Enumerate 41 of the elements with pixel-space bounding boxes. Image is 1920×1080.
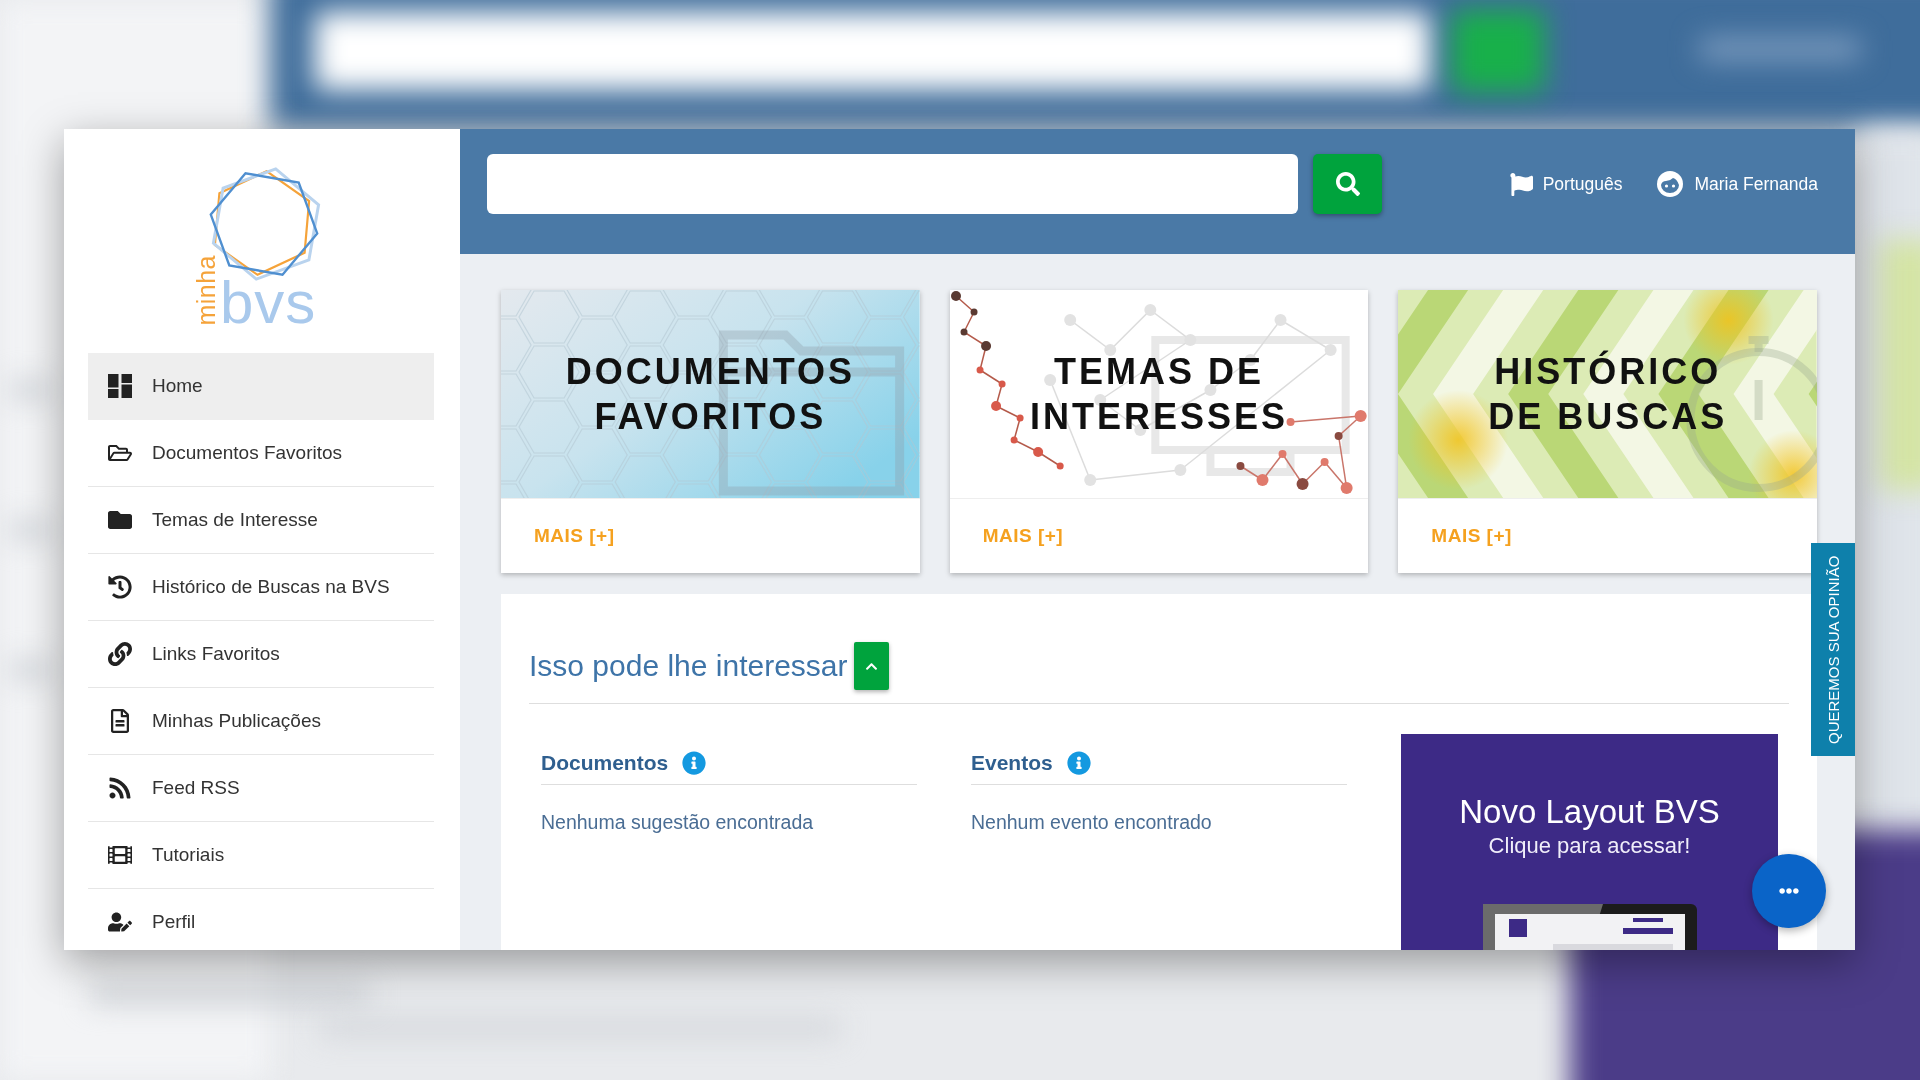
folder-icon	[108, 508, 132, 532]
document-icon	[108, 709, 132, 733]
card-title: HISTÓRICO DE BUSCAS	[1488, 349, 1728, 439]
info-icon[interactable]	[1066, 751, 1091, 775]
column-title: Documentos	[541, 750, 669, 776]
face-icon	[1656, 170, 1685, 198]
user-menu[interactable]: Maria Fernanda	[1656, 154, 1818, 214]
empty-message: Nenhuma sugestão encontrada	[541, 810, 815, 834]
search-button[interactable]	[1313, 154, 1382, 214]
history-icon	[108, 575, 132, 599]
rss-icon	[108, 776, 132, 800]
search-field[interactable]	[487, 154, 1298, 214]
feedback-tab[interactable]: QUEREMOS SUA OPINIÃO	[1811, 543, 1855, 756]
sidebar-item[interactable]: Perfil	[88, 889, 434, 950]
sidebar-item[interactable]: Tutoriais	[88, 822, 434, 889]
sidebar-item[interactable]: Home	[88, 353, 434, 420]
logo-small-text: minha	[196, 255, 216, 326]
sidebar-item[interactable]: Feed RSS	[88, 755, 434, 822]
dashboard-icon	[108, 374, 132, 398]
sidebar-item[interactable]: Minhas Publicações	[88, 688, 434, 755]
sidebar-item[interactable]: Histórico de Buscas na BVS	[88, 554, 434, 621]
banner-title: Novo Layout BVS	[1459, 792, 1720, 832]
sidebar-item[interactable]: Links Favoritos	[88, 621, 434, 688]
card-title: DOCUMENTOS FAVORITOS	[565, 350, 855, 439]
user-pencil-icon	[108, 910, 132, 934]
logo-text: bvs	[220, 273, 317, 333]
sidebar-item[interactable]: Temas de Interesse	[88, 487, 434, 554]
promo-banner[interactable]: Novo Layout BVS Clique para acessar!	[1401, 734, 1778, 950]
collapse-button[interactable]	[853, 642, 889, 690]
language-selector[interactable]: Português	[1509, 154, 1623, 214]
empty-message: Nenhum evento encontrado	[971, 810, 1213, 834]
sidebar-item[interactable]: Documentos Favoritos	[88, 420, 434, 487]
search-icon	[1335, 172, 1360, 196]
section-title: Isso pode lhe interessar	[529, 648, 848, 684]
info-icon[interactable]	[682, 751, 707, 775]
card-title: TEMAS DE INTERESSES	[1029, 350, 1288, 439]
flag-icon	[1509, 172, 1533, 196]
banner-subtitle: Clique para acessar!	[1488, 832, 1691, 860]
column-title: Eventos	[971, 750, 1053, 776]
film-icon	[108, 843, 132, 867]
link-icon	[108, 642, 132, 666]
